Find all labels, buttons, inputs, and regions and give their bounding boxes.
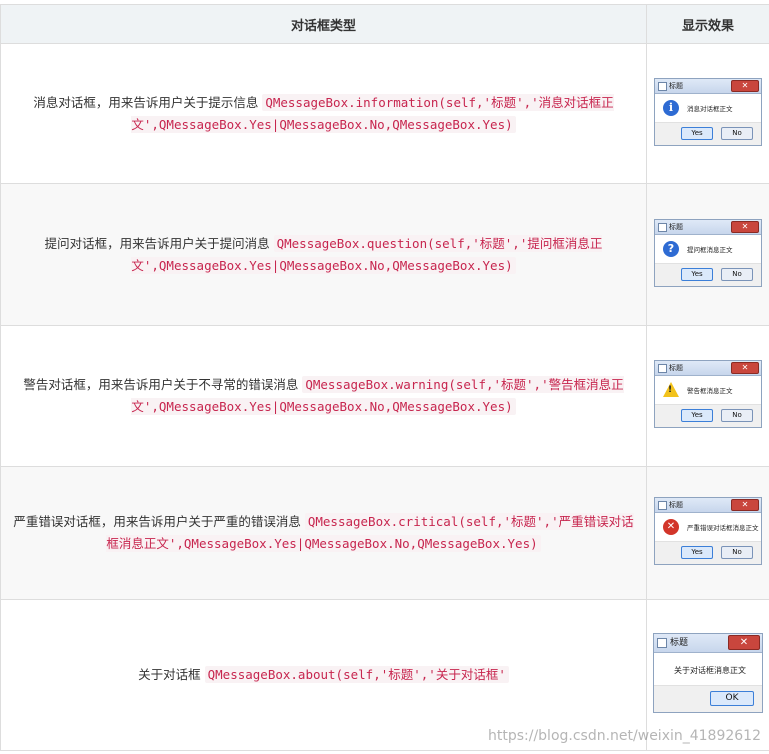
description-text: 提问对话框，用来告诉用户关于提问消息 (44, 235, 274, 251)
dialog-title: 标题 (669, 501, 683, 509)
description-text: 关于对话框 (138, 667, 205, 682)
information-icon: i (663, 99, 679, 116)
no-button: No (721, 546, 753, 559)
window-icon (658, 81, 667, 91)
screenshot-cell: 标题 ✕ i 消息对话框正文 Yes No (646, 43, 769, 184)
dialog-title: 标题 (669, 81, 683, 90)
watermark: https://blog.csdn.net/weixin_41892612 (487, 728, 761, 744)
yes-button: Yes (681, 546, 713, 559)
close-icon: ✕ (731, 79, 759, 92)
dialog-title: 标题 (670, 638, 689, 648)
critical-icon: ✕ (663, 519, 679, 535)
no-button: No (721, 126, 753, 140)
table-header-row: 对话框类型 显示效果 (0, 4, 769, 44)
warning-icon: ! (663, 382, 679, 397)
information-dialog-preview: 标题 ✕ i 消息对话框正文 Yes No (654, 77, 762, 146)
code-snippet: QMessageBox.about(self,'标题','关于对话框' (204, 666, 509, 683)
window-icon (658, 501, 667, 510)
window-icon (658, 222, 667, 232)
screenshot-cell: 标题 ✕ ! 警告框消息正文 Yes No (646, 325, 769, 467)
row-description: 严重错误对话框，用来告诉用户关于严重的错误消息 QMessageBox.crit… (0, 466, 647, 600)
table-row: 消息对话框，用来告诉用户关于提示信息 QMessageBox.informati… (0, 43, 769, 184)
screenshot-cell: 标题 ✕ ✕ 严重错误对话框消息正文 Yes No (646, 466, 769, 600)
dialog-message: 关于对话框消息正文 (674, 666, 746, 675)
ok-button: OK (710, 691, 754, 706)
question-dialog-preview: 标题 ✕ ? 提问框消息正文 Yes No (654, 218, 762, 287)
description-text: 警告对话框，用来告诉用户关于不寻常的错误消息 (23, 377, 303, 392)
row-description: 提问对话框，用来告诉用户关于提问消息 QMessageBox.question(… (0, 183, 647, 326)
window-icon (657, 638, 667, 648)
window-icon (658, 364, 667, 373)
dialog-types-table: 对话框类型 显示效果 消息对话框，用来告诉用户关于提示信息 QMessageBo… (0, 4, 769, 751)
warning-dialog-preview: 标题 ✕ ! 警告框消息正文 Yes No (654, 360, 762, 428)
dialog-message: 提问框消息正文 (687, 245, 733, 254)
table-row: 警告对话框，用来告诉用户关于不寻常的错误消息 QMessageBox.warni… (0, 325, 769, 467)
no-button: No (721, 267, 753, 281)
dialog-message: 严重错误对话框消息正文 (687, 524, 759, 532)
close-icon: ✕ (731, 362, 759, 374)
header-dialog-type: 对话框类型 (0, 4, 647, 44)
screenshot-cell: 标题 ✕ ? 提问框消息正文 Yes No (646, 183, 769, 326)
no-button: No (721, 409, 753, 422)
yes-button: Yes (681, 126, 713, 140)
about-dialog-preview: 标题 ✕ 关于对话框消息正文 OK (653, 633, 763, 713)
close-icon: ✕ (728, 635, 760, 650)
dialog-message: 消息对话框正文 (687, 104, 733, 113)
critical-dialog-preview: 标题 ✕ ✕ 严重错误对话框消息正文 Yes No (654, 497, 762, 565)
question-icon: ? (663, 240, 679, 257)
description-text: 消息对话框，用来告诉用户关于提示信息 (33, 94, 263, 110)
dialog-title: 标题 (669, 222, 683, 231)
table-row: 提问对话框，用来告诉用户关于提问消息 QMessageBox.question(… (0, 183, 769, 326)
dialog-message: 警告框消息正文 (687, 387, 733, 395)
description-text: 严重错误对话框，用来告诉用户关于严重的错误消息 (13, 514, 305, 529)
header-display-effect: 显示效果 (646, 4, 769, 44)
row-description: 消息对话框，用来告诉用户关于提示信息 QMessageBox.informati… (0, 43, 647, 184)
dialog-title: 标题 (669, 364, 683, 372)
yes-button: Yes (681, 267, 713, 281)
table-row: 严重错误对话框，用来告诉用户关于严重的错误消息 QMessageBox.crit… (0, 466, 769, 600)
close-icon: ✕ (731, 220, 759, 233)
yes-button: Yes (681, 409, 713, 422)
close-icon: ✕ (731, 499, 759, 511)
row-description: 警告对话框，用来告诉用户关于不寻常的错误消息 QMessageBox.warni… (0, 325, 647, 467)
